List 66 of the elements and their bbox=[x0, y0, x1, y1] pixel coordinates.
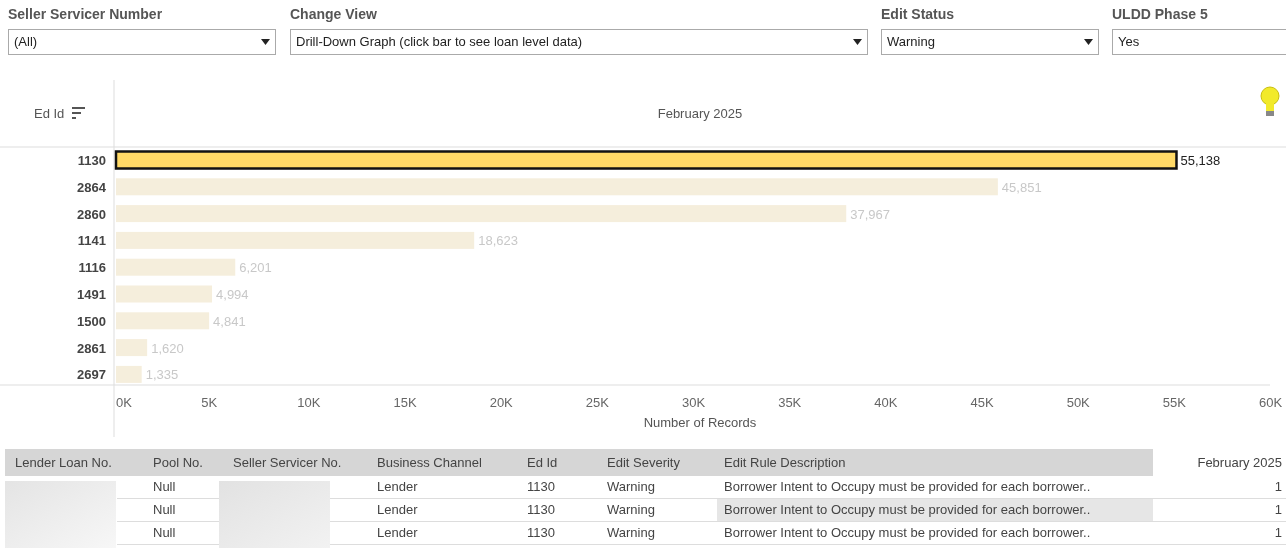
caret-icon bbox=[261, 39, 270, 45]
axis-tick-label: 15K bbox=[393, 395, 417, 410]
sort-icon[interactable] bbox=[72, 107, 85, 119]
category-label: 2861 bbox=[77, 340, 106, 356]
axis-title: Number of Records bbox=[643, 415, 757, 430]
table-cell-text: 1130 bbox=[526, 524, 556, 543]
axis-tick-label: 50K bbox=[1066, 395, 1090, 410]
column-header[interactable]: Pool No. bbox=[145, 449, 225, 476]
table-cell-text: Lender bbox=[376, 501, 419, 520]
axis-tick-label: 10K bbox=[297, 395, 321, 410]
table-cell-text: Borrower Intent to Occupy must be provided for each borrower.. bbox=[723, 478, 1092, 497]
category-label: 1500 bbox=[77, 313, 106, 329]
caret-icon bbox=[853, 39, 862, 45]
axis-tick-label: 40K bbox=[874, 395, 898, 410]
bar[interactable] bbox=[114, 150, 1178, 170]
filter-label: Change View bbox=[290, 5, 378, 23]
caret-icon bbox=[1084, 39, 1093, 45]
axis-tick-label: 25K bbox=[585, 395, 609, 410]
column-header[interactable]: Edit Rule Description bbox=[717, 449, 1153, 476]
category-label: 2860 bbox=[77, 206, 106, 222]
filter-label: Edit Status bbox=[881, 5, 956, 23]
table-cell-text: Warning bbox=[606, 478, 656, 497]
table-cell-text: Lender bbox=[376, 478, 419, 497]
table-cell-text: 1 bbox=[1273, 524, 1283, 543]
value-label: 55,138 bbox=[1180, 153, 1221, 168]
column-header[interactable]: Business Channel bbox=[370, 449, 520, 476]
axis-tick-label: 55K bbox=[1162, 395, 1186, 410]
axis-tick-label: 5K bbox=[201, 395, 218, 410]
column-header[interactable]: Lender Loan No. bbox=[5, 449, 145, 476]
filter-dropdown[interactable]: Drill-Down Graph (click bar to see loan level data) bbox=[290, 29, 868, 55]
filter-label: ULDD Phase 5 bbox=[1112, 5, 1209, 23]
axis-tick-label: 30K bbox=[682, 395, 706, 410]
row-header: Ed Id bbox=[34, 106, 65, 121]
table-cell-text: 1130 bbox=[526, 478, 556, 497]
column-header[interactable]: Edit Severity bbox=[600, 449, 717, 476]
table-cell-text: Lender bbox=[376, 524, 419, 543]
table-cell-text: Null bbox=[152, 524, 177, 543]
table-cell-text: 1130 bbox=[526, 501, 556, 520]
axis-tick-label: 45K bbox=[970, 395, 994, 410]
category-label: 1491 bbox=[77, 287, 106, 302]
lightbulb-icon[interactable] bbox=[1260, 86, 1280, 116]
filter-dropdown[interactable]: (All) bbox=[8, 29, 276, 55]
table-cell-text: Borrower Intent to Occupy must be provided for each borrower.. bbox=[723, 524, 1092, 543]
category-label: 1116 bbox=[78, 260, 106, 276]
table-cell-text: 1 bbox=[1273, 478, 1283, 497]
axis-tick-label: 60K bbox=[1259, 395, 1283, 410]
category-label: 2697 bbox=[77, 367, 106, 383]
axis-tick-label: 20K bbox=[489, 395, 513, 410]
column-header[interactable]: Ed Id bbox=[520, 449, 600, 476]
category-label: 1130 bbox=[77, 153, 106, 168]
table-cell-text: Null bbox=[152, 501, 177, 520]
category-label: 2864 bbox=[77, 179, 106, 195]
table-cell-text: Null bbox=[152, 478, 177, 497]
axis-tick-label: 35K bbox=[778, 395, 802, 410]
table-cell-text: 1 bbox=[1273, 501, 1283, 520]
column-header: February 2025 bbox=[657, 106, 743, 121]
table-cell-text: Warning bbox=[606, 501, 656, 520]
filter-label: Seller Servicer Number bbox=[8, 5, 164, 23]
filter-dropdown[interactable]: Warning bbox=[881, 29, 1099, 55]
filter-dropdown[interactable]: Yes bbox=[1112, 29, 1286, 55]
axis-tick-label: 0K bbox=[116, 395, 132, 410]
table-cell: Borrower Intent to Occupy must be provided for each borrower.. bbox=[717, 499, 1153, 521]
category-label: 1141 bbox=[77, 233, 106, 249]
column-header[interactable]: Seller Servicer No. bbox=[225, 449, 370, 476]
column-header[interactable]: February 2025 bbox=[1153, 449, 1286, 476]
table-cell-text: Warning bbox=[606, 524, 656, 543]
